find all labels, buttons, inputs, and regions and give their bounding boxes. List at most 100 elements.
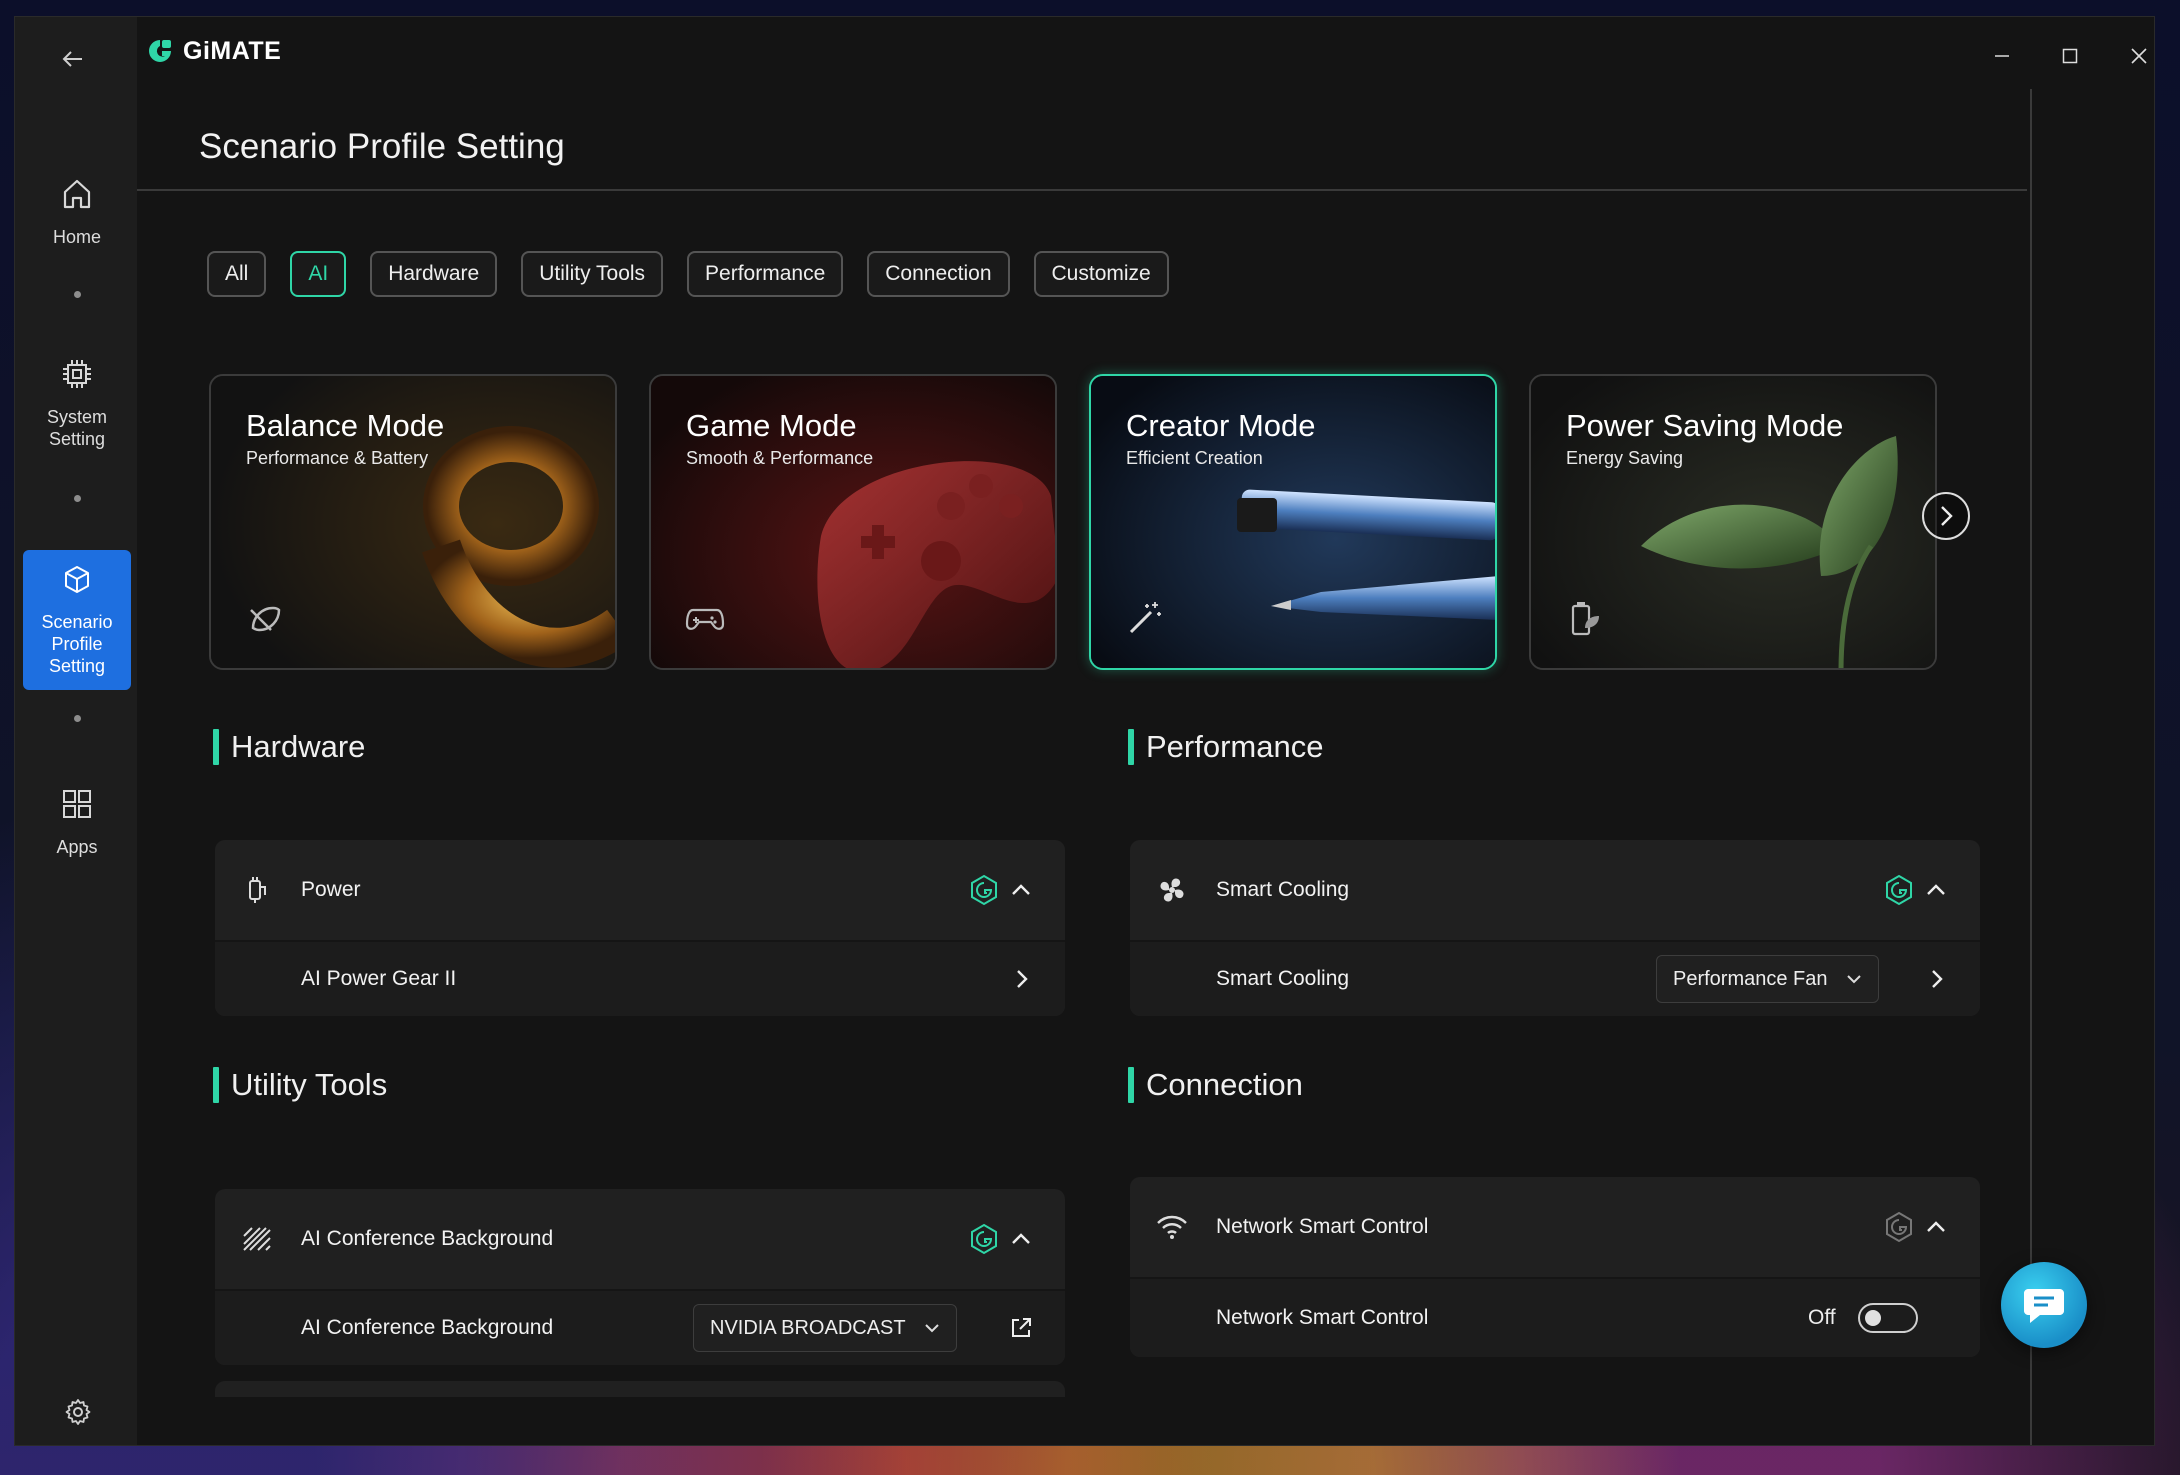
group-header-ai-conference[interactable]: AI Conference Background [215, 1189, 1065, 1291]
sidebar-item-scenario-profile[interactable]: Scenario Profile Setting [23, 550, 131, 690]
mode-card-balance[interactable]: Balance Mode Performance & Battery [209, 374, 617, 670]
conference-app-dropdown[interactable]: NVIDIA BROADCAST [693, 1304, 957, 1352]
dropdown-value: NVIDIA BROADCAST [710, 1316, 906, 1339]
background-pattern-icon [239, 1221, 275, 1257]
section-header-utility-tools: Utility Tools [213, 1067, 387, 1103]
row-label: AI Power Gear II [301, 967, 457, 990]
group-smart-cooling: Smart Cooling Smart Cooling Performance … [1130, 840, 1980, 1016]
mode-subtitle: Smooth & Performance [686, 448, 874, 468]
section-title: Connection [1146, 1067, 1303, 1102]
section-accent-bar [213, 729, 219, 765]
battery-leaf-icon [1571, 602, 1599, 636]
chevron-right-icon[interactable] [1924, 966, 1950, 992]
content-scrollbar-track[interactable] [2030, 89, 2032, 1445]
sidebar-item-home[interactable]: Home [23, 177, 131, 277]
dropdown-value: Performance Fan [1673, 967, 1828, 990]
cards-next-button[interactable] [1922, 492, 1970, 540]
chevron-down-icon [924, 1324, 939, 1333]
fan-icon [1154, 872, 1190, 908]
chevron-right-icon[interactable] [1009, 966, 1035, 992]
minimize-button[interactable] [1967, 31, 2037, 81]
external-link-icon[interactable] [1009, 1316, 1033, 1340]
filter-performance[interactable]: Performance [687, 251, 844, 297]
nav-separator-dot [74, 495, 81, 502]
next-group-peek [215, 1381, 1065, 1397]
chevron-up-icon[interactable] [1923, 1214, 1949, 1240]
chevron-up-icon[interactable] [1923, 877, 1949, 903]
sidebar-item-label: Scenario Profile Setting [41, 611, 113, 676]
chevron-up-icon[interactable] [1008, 877, 1034, 903]
gamepad-icon [685, 608, 725, 630]
nav-separator-dot [74, 715, 81, 722]
mode-title: Power Saving Mode [1566, 408, 1844, 443]
toggle-state-label: Off [1808, 1306, 1836, 1329]
chat-bubble-icon [2024, 1289, 2064, 1323]
section-header-performance: Performance [1128, 729, 1323, 765]
group-power: Power AI Power Gear II [215, 840, 1065, 1016]
section-title: Performance [1146, 729, 1324, 764]
power-plug-icon [239, 872, 275, 908]
mode-subtitle: Performance & Battery [246, 448, 429, 468]
group-header-network[interactable]: Network Smart Control [1130, 1177, 1980, 1279]
row-ai-power-gear[interactable]: AI Power Gear II [215, 942, 1065, 1016]
mode-card-game[interactable]: Game Mode Smooth & Performance [649, 374, 1057, 670]
home-icon [60, 177, 94, 216]
chevron-right-icon [1941, 506, 1953, 526]
group-header-power[interactable]: Power [215, 840, 1065, 942]
mode-card-power-saving[interactable]: Power Saving Mode Energy Saving [1529, 374, 1937, 670]
ai-badge-icon [1886, 1211, 1912, 1243]
section-accent-bar [213, 1067, 219, 1103]
chevron-up-icon[interactable] [1008, 1226, 1034, 1252]
row-label: Smart Cooling [1216, 967, 1350, 990]
gimate-logo-icon [149, 39, 171, 62]
filter-ai[interactable]: AI [290, 251, 347, 297]
ai-badge-icon [971, 874, 997, 906]
fan-mode-dropdown[interactable]: Performance Fan [1656, 955, 1879, 1003]
mode-title: Creator Mode [1126, 408, 1316, 443]
filter-hardware[interactable]: Hardware [370, 251, 498, 297]
magic-wand-icon [1129, 602, 1161, 634]
mode-card-creator[interactable]: Creator Mode Efficient Creation [1089, 374, 1497, 670]
row-label: AI Conference Background [301, 1316, 554, 1339]
sidebar-item-apps[interactable]: Apps [23, 787, 131, 887]
sidebar: Home System Setting Scenario Profile Set… [15, 17, 137, 1445]
sidebar-item-system-setting[interactable]: System Setting [23, 357, 131, 477]
mode-cards: Balance Mode Performance & Battery Game … [209, 374, 2009, 674]
app-window: Home System Setting Scenario Profile Set… [14, 16, 2155, 1446]
minimize-icon [1995, 55, 2009, 57]
group-label: Network Smart Control [1216, 1215, 1429, 1238]
mode-subtitle: Efficient Creation [1126, 448, 1263, 468]
grid-icon [60, 787, 94, 826]
title-bar: GiMATE [15, 17, 2154, 89]
chat-support-button[interactable] [2001, 1262, 2087, 1348]
group-header-smart-cooling[interactable]: Smart Cooling [1130, 840, 1980, 942]
network-smart-control-toggle[interactable] [1858, 1303, 1918, 1333]
section-title: Utility Tools [231, 1067, 388, 1102]
main-content: Scenario Profile Setting All AI Hardware… [137, 89, 2027, 1445]
row-network-smart-control: Network Smart Control Off [1130, 1279, 1980, 1357]
close-icon [2131, 48, 2147, 64]
mode-title: Game Mode [686, 408, 857, 443]
wifi-icon [1154, 1209, 1190, 1245]
settings-button[interactable] [63, 1397, 93, 1427]
group-ai-conference: AI Conference Background AI Conference B… [215, 1189, 1065, 1445]
row-ai-conference-background: AI Conference Background NVIDIA BROADCAS… [215, 1291, 1065, 1365]
filter-bar: All AI Hardware Utility Tools Performanc… [207, 251, 1169, 297]
filter-all[interactable]: All [207, 251, 267, 297]
group-label: Smart Cooling [1216, 878, 1350, 901]
filter-customize[interactable]: Customize [1033, 251, 1169, 297]
row-label: Network Smart Control [1216, 1306, 1429, 1329]
filter-utility-tools[interactable]: Utility Tools [521, 251, 664, 297]
close-button[interactable] [2104, 31, 2154, 81]
group-network-smart-control: Network Smart Control Network Smart Cont… [1130, 1177, 1980, 1357]
section-accent-bar [1128, 1067, 1134, 1103]
chevron-down-icon [1846, 975, 1861, 984]
ai-badge-icon [1886, 874, 1912, 906]
filter-connection[interactable]: Connection [867, 251, 1010, 297]
app-name: GiMATE [183, 37, 282, 65]
section-header-hardware: Hardware [213, 729, 365, 765]
section-accent-bar [1128, 729, 1134, 765]
sidebar-item-label: System Setting [46, 407, 107, 449]
maximize-button[interactable] [2035, 31, 2105, 81]
sidebar-item-label: Home [52, 227, 101, 247]
